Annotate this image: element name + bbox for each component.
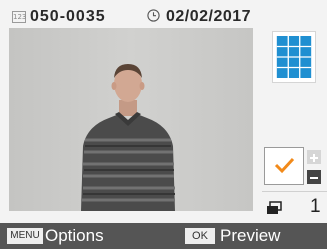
increase-button[interactable] bbox=[307, 150, 321, 164]
clock-icon bbox=[147, 9, 160, 22]
capture-date: 02/02/2017 bbox=[166, 8, 252, 25]
decrease-button[interactable] bbox=[307, 170, 321, 184]
camera-screen: 123 050-0035 02/02/2017 1 MENU Options O… bbox=[0, 0, 327, 249]
ok-key[interactable]: OK bbox=[185, 228, 215, 244]
plus-icon bbox=[310, 154, 318, 162]
file-number-icon: 123 bbox=[12, 11, 27, 23]
panel-divider bbox=[262, 191, 327, 192]
options-label[interactable]: Options bbox=[45, 224, 104, 248]
grid-layout-icon[interactable] bbox=[272, 31, 316, 83]
portrait-image bbox=[9, 28, 253, 211]
copies-count: 1 bbox=[310, 196, 321, 217]
file-number: 050-0035 bbox=[30, 8, 106, 25]
preview-label[interactable]: Preview bbox=[220, 224, 280, 248]
photo-preview[interactable] bbox=[9, 28, 253, 211]
select-checkbox[interactable] bbox=[264, 147, 304, 185]
prints-icon bbox=[267, 201, 282, 214]
menu-key[interactable]: MENU bbox=[7, 228, 43, 244]
button-guide-bar: MENU Options OK Preview bbox=[0, 223, 327, 249]
minus-icon bbox=[310, 177, 318, 179]
checkmark-icon bbox=[274, 157, 295, 174]
